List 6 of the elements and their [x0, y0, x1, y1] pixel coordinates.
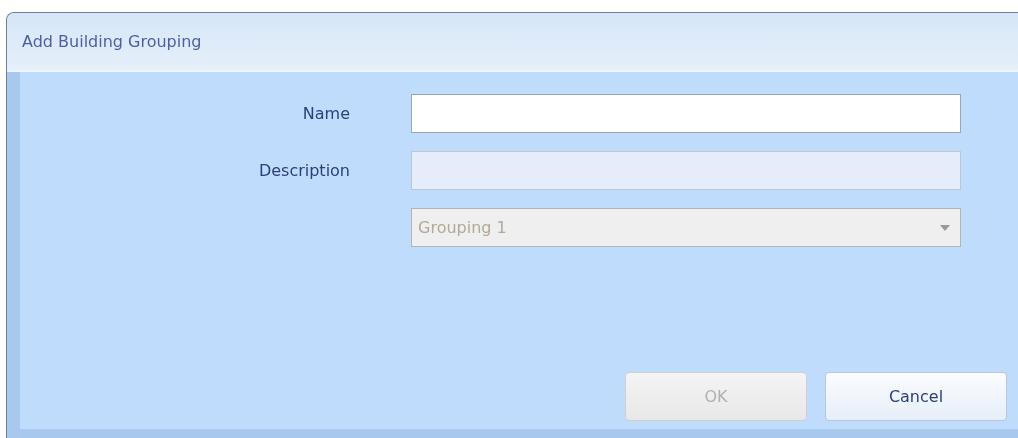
field-label: Description — [258, 161, 350, 180]
window-title: Add Building Grouping — [22, 32, 202, 51]
dialog-button[interactable]: Cancel — [825, 372, 1007, 421]
caret-icon — [940, 224, 950, 231]
field-label: Name — [302, 104, 350, 123]
input-field[interactable] — [411, 94, 961, 133]
